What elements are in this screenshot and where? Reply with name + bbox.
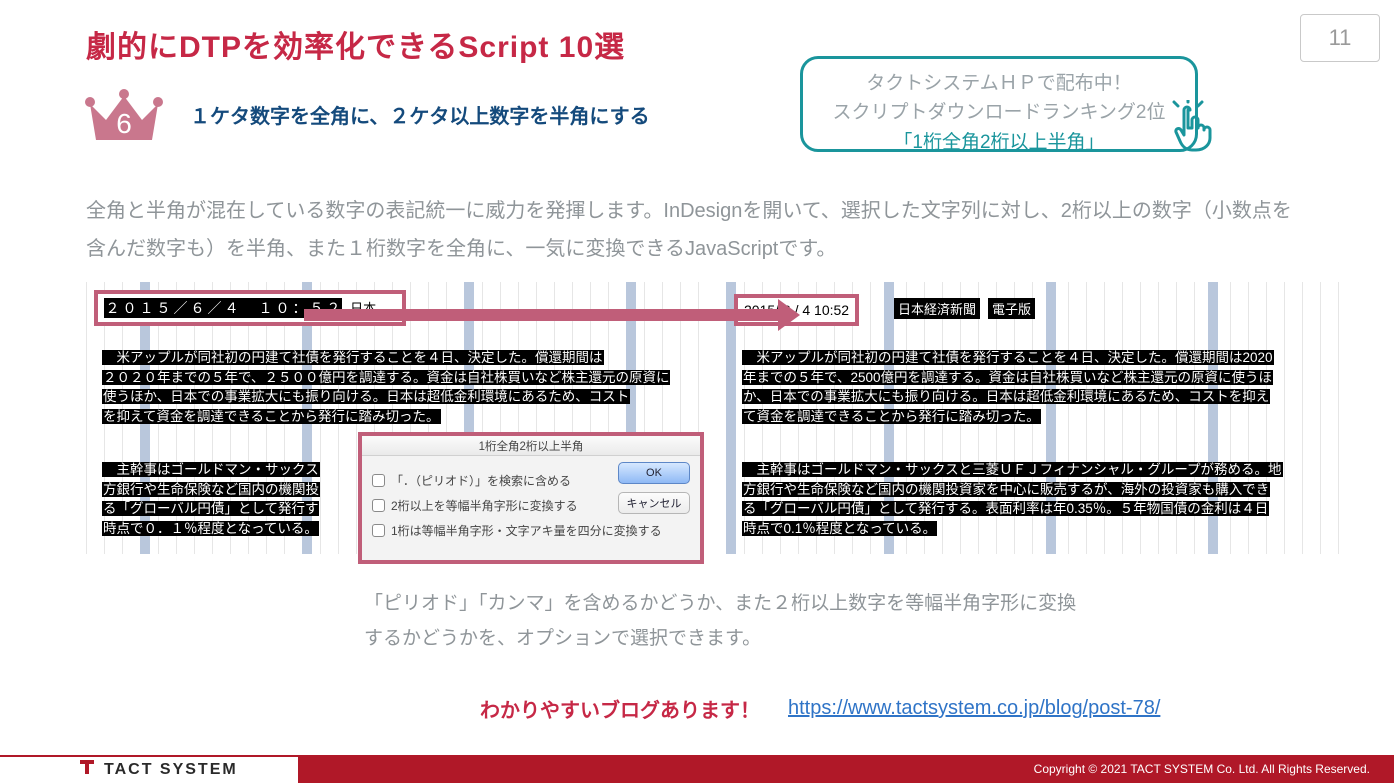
script-dialog: 1桁全角2桁以上半角 「．（ピリオド）」を検索に含める 2桁以上を等幅半角字形に… [358, 432, 704, 564]
dialog-option-label: 1桁は等幅半角字形・文字アキ量を四分に変換する [391, 522, 662, 539]
after-paragraph-1: 米アップルが同社初の円建て社債を発行することを４日、決定した。償還期間は2020… [742, 348, 1330, 426]
date-cell: ４ [223, 298, 240, 318]
date-cell: ６ [189, 298, 206, 318]
text-line: を抑えて資金を調達できることから発行に踏み切った。 [102, 409, 441, 424]
arrow-icon [304, 304, 800, 326]
brand-logo: TACT SYSTEM [0, 755, 298, 783]
date-cell: １ [138, 298, 155, 318]
brand-name: TACT SYSTEM [104, 761, 238, 779]
text-line: か、日本での事業拡大にも振り向ける。日本は超低金利環境にあるため、コストを抑え [742, 389, 1270, 404]
text-line: 時点で0.1％程度となっている。 [742, 521, 937, 536]
ok-button[interactable]: OK [618, 462, 690, 484]
blog-link[interactable]: https://www.tactsystem.co.jp/blog/post-7… [788, 697, 1160, 720]
blog-row: わかりやすいブログあります！ https://www.tactsystem.co… [480, 694, 1160, 723]
date-cell: ０ [274, 298, 291, 318]
dialog-title: 1桁全角2桁以上半角 [362, 436, 700, 456]
crown-icon: 6 [84, 82, 164, 146]
text-line: 年までの５年で、2500億円を調達する。資金は自社株買いなど株主還元の原資に使う… [742, 370, 1273, 385]
tact-mark-icon [78, 758, 96, 782]
footer-bar: Copyright © 2021 TACT SYSTEM Co. Ltd. Al… [298, 755, 1394, 783]
text-line: 方銀行や生命保険など国内の機関投 [102, 482, 320, 497]
text-line: 主幹事はゴールドマン・サックス [102, 462, 320, 477]
options-caption: 「ピリオド」「カンマ」を含めるかどうか、また２桁以上数字を等幅半角字形に変換する… [364, 586, 1084, 656]
blog-lead: わかりやすいブログあります！ [480, 694, 760, 723]
date-cell: ５ [155, 298, 172, 318]
cancel-button[interactable]: キャンセル [618, 492, 690, 514]
text-line: る「グローバル円債」として発行す [102, 501, 319, 516]
callout-line2: スクリプトダウンロードランキング2位 [817, 98, 1181, 127]
date-cell: １ [257, 298, 274, 318]
date-cell: ２ [104, 298, 121, 318]
page-title: 劇的にDTPを効率化できるScript 10選 [86, 22, 625, 66]
screenshots-row: ２ ０ １ ５ ／ ６ ／ ４ １ ０ ： ５ ２ 日本 米アップルが同社初の円… [86, 282, 1316, 564]
pointer-hand-icon [1170, 100, 1216, 157]
checkbox-icon[interactable] [372, 524, 385, 537]
callout-box: タクトシステムＨＰで配布中！ スクリプトダウンロードランキング2位 「1桁全角2… [800, 56, 1198, 152]
after-screenshot: 2015/ 6 / 4 10:52 日本経済新聞 電子版 米アップルが同社初の円… [726, 282, 1340, 554]
text-line: て資金を調達できることから発行に踏み切った。 [742, 409, 1041, 424]
text-line: 米アップルが同社初の円建て社債を発行することを４日、決定した。償還期間は [102, 350, 604, 365]
before-paragraph-1: 米アップルが同社初の円建て社債を発行することを４日、決定した。償還期間は ２０２… [102, 348, 690, 426]
description-text: 全角と半角が混在している数字の表記統一に威力を発揮します。InDesignを開い… [86, 192, 1306, 268]
dialog-option-label: 「．（ピリオド）」を検索に含める [391, 472, 571, 489]
footer: TACT SYSTEM Copyright © 2021 TACT SYSTEM… [0, 755, 1394, 783]
date-cell: ／ [172, 298, 189, 318]
checkbox-icon[interactable] [372, 474, 385, 487]
text-line: 主幹事はゴールドマン・サックスと三菱ＵＦＪフィナンシャル・グループが務める。地 [742, 462, 1283, 477]
text-line: 米アップルが同社初の円建て社債を発行することを４日、決定した。償還期間は2020 [742, 350, 1274, 365]
after-date-labels: 日本経済新聞 電子版 [894, 298, 1035, 319]
date-cell: ０ [121, 298, 138, 318]
text-line: る「グローバル円債」として発行する。表面利率は年0.35％。５年物国債の金利は４… [742, 501, 1269, 516]
date-cell [240, 298, 257, 318]
ranking-row: 6 １ケタ数字を全角に、２ケタ以上数字を半角にする [84, 82, 650, 146]
copyright-text: Copyright © 2021 TACT SYSTEM Co. Ltd. Al… [1034, 762, 1370, 776]
dialog-option-3: 1桁は等幅半角字形・文字アキ量を四分に変換する [372, 522, 690, 539]
after-label-1: 日本経済新聞 [894, 298, 980, 319]
ranking-subtitle: １ケタ数字を全角に、２ケタ以上数字を半角にする [190, 100, 650, 129]
dialog-option-label: 2桁以上を等幅半角字形に変換する [391, 497, 578, 514]
text-line: 時点で０．１％程度となっている。 [102, 521, 319, 536]
after-paragraph-2: 主幹事はゴールドマン・サックスと三菱ＵＦＪフィナンシャル・グループが務める。地 … [742, 460, 1330, 538]
callout-script-name: 「1桁全角2桁以上半角」 [817, 128, 1181, 157]
text-line: 方銀行や生命保険など国内の機関投資家を中心に販売するが、海外の投資家も購入でき [742, 482, 1270, 497]
callout-line1: タクトシステムＨＰで配布中！ [817, 69, 1181, 98]
text-line: 使うほか、日本での事業拡大にも振り向ける。日本は超低金利環境にあるため、コスト [102, 389, 630, 404]
after-label-2: 電子版 [988, 298, 1035, 319]
page-number: 11 [1300, 14, 1380, 62]
ranking-number: 6 [84, 108, 164, 140]
text-line: ２０２０年までの５年で、２５００億円を調達する。資金は自社株買いなど株主還元の原… [102, 370, 670, 385]
date-cell: ／ [206, 298, 223, 318]
checkbox-icon[interactable] [372, 499, 385, 512]
